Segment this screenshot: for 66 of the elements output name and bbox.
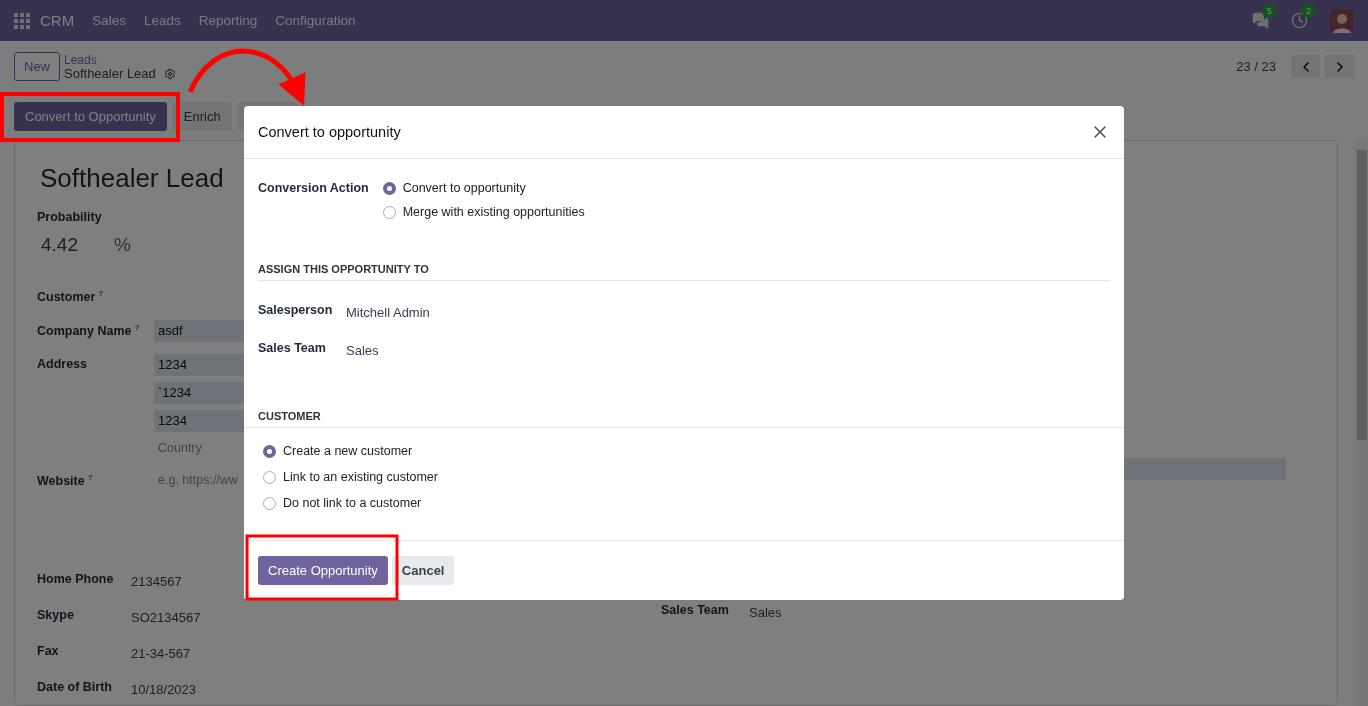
count-badge: 2	[1301, 4, 1316, 18]
field-value: 2134567	[131, 573, 182, 589]
radio-button[interactable]	[382, 205, 396, 219]
radio-option[interactable]: Create a new customer	[263, 444, 1105, 458]
radio-button[interactable]	[263, 470, 276, 484]
field-label: Address	[37, 356, 88, 371]
menu-item[interactable]: Reporting	[198, 13, 258, 28]
field-label: Conversion Action	[258, 181, 369, 195]
field-label: Probability	[37, 210, 102, 224]
settings-icon[interactable]	[163, 67, 176, 80]
probability-value: 4.42	[41, 234, 78, 256]
field-value: Sales	[749, 604, 782, 620]
count-badge: 5	[1262, 4, 1277, 18]
clock-icon[interactable]	[1291, 12, 1308, 29]
previous-button[interactable]	[1291, 55, 1320, 78]
menu-item[interactable]: Leads	[143, 13, 181, 28]
radio-label: Do not link to a customer	[283, 496, 422, 510]
field-label: Home Phone	[37, 572, 114, 586]
field-value: Mitchell Admin	[346, 304, 430, 320]
next-button[interactable]	[1325, 55, 1354, 78]
radio-option[interactable]: Do not link to a customer	[263, 496, 1105, 510]
app-name[interactable]: CRM	[40, 12, 75, 29]
scrollbar-thumb[interactable]	[1356, 150, 1367, 440]
field-label: Sales Team	[258, 341, 326, 355]
percent-sign: %	[114, 234, 131, 256]
radio-button[interactable]	[263, 444, 276, 458]
radio-label: Create a new customer	[283, 444, 413, 458]
new-button[interactable]: New	[14, 52, 60, 81]
action-button[interactable]: Convert to Opportunity	[14, 102, 167, 131]
field-label: Sales Team	[661, 603, 729, 617]
help-mark[interactable]: ?	[98, 289, 104, 298]
section-heading: CUSTOMER	[244, 410, 1124, 428]
field-label: Salesperson	[258, 303, 333, 317]
field-value: 21-34-567	[131, 645, 191, 661]
chat-icon[interactable]	[1252, 12, 1269, 29]
help-mark[interactable]: ?	[134, 323, 140, 332]
breadcrumb-link[interactable]: Leads	[64, 52, 176, 67]
radio-option[interactable]: Convert to opportunity	[382, 181, 585, 195]
menu-item[interactable]: Sales	[92, 13, 126, 28]
dialog-title: Convert to opportunity	[258, 124, 401, 140]
record-title: Softhealer Lead	[40, 163, 224, 194]
field-label: Company Name $^{?}$	[37, 322, 140, 339]
field-value: Sales	[346, 342, 379, 358]
radio-button[interactable]	[263, 496, 276, 510]
field-label: Skype	[37, 608, 74, 622]
field-label: Website $^{?}$	[37, 472, 93, 489]
apps-menu-icon[interactable]	[14, 12, 30, 29]
radio-option[interactable]: Link to an existing customer	[263, 470, 1105, 484]
breadcrumb-current: Softhealer Lead	[64, 66, 156, 81]
dialog-button[interactable]: Cancel	[391, 556, 455, 585]
field-value: SO2134567	[131, 609, 201, 625]
dialog-button[interactable]: Create Opportunity	[258, 556, 388, 585]
section-heading: ASSIGN THIS OPPORTUNITY TO	[258, 263, 1110, 281]
field-value: 10/18/2023	[131, 681, 197, 697]
radio-button[interactable]	[382, 181, 396, 195]
avatar[interactable]	[1330, 8, 1354, 33]
action-button[interactable]: Enrich	[172, 102, 232, 131]
scrollbar[interactable]	[1355, 140, 1368, 706]
help-mark[interactable]: ?	[87, 473, 93, 482]
field-label: Date of Birth	[37, 680, 112, 694]
field-label: Customer $^{?}$	[37, 288, 104, 305]
menu-item[interactable]: Configuration	[275, 13, 356, 28]
field-label: Fax	[37, 644, 59, 658]
radio-label: Convert to opportunity	[402, 181, 526, 195]
pager-counter: 23 / 23	[1236, 59, 1276, 74]
radio-label: Link to an existing customer	[283, 470, 438, 484]
